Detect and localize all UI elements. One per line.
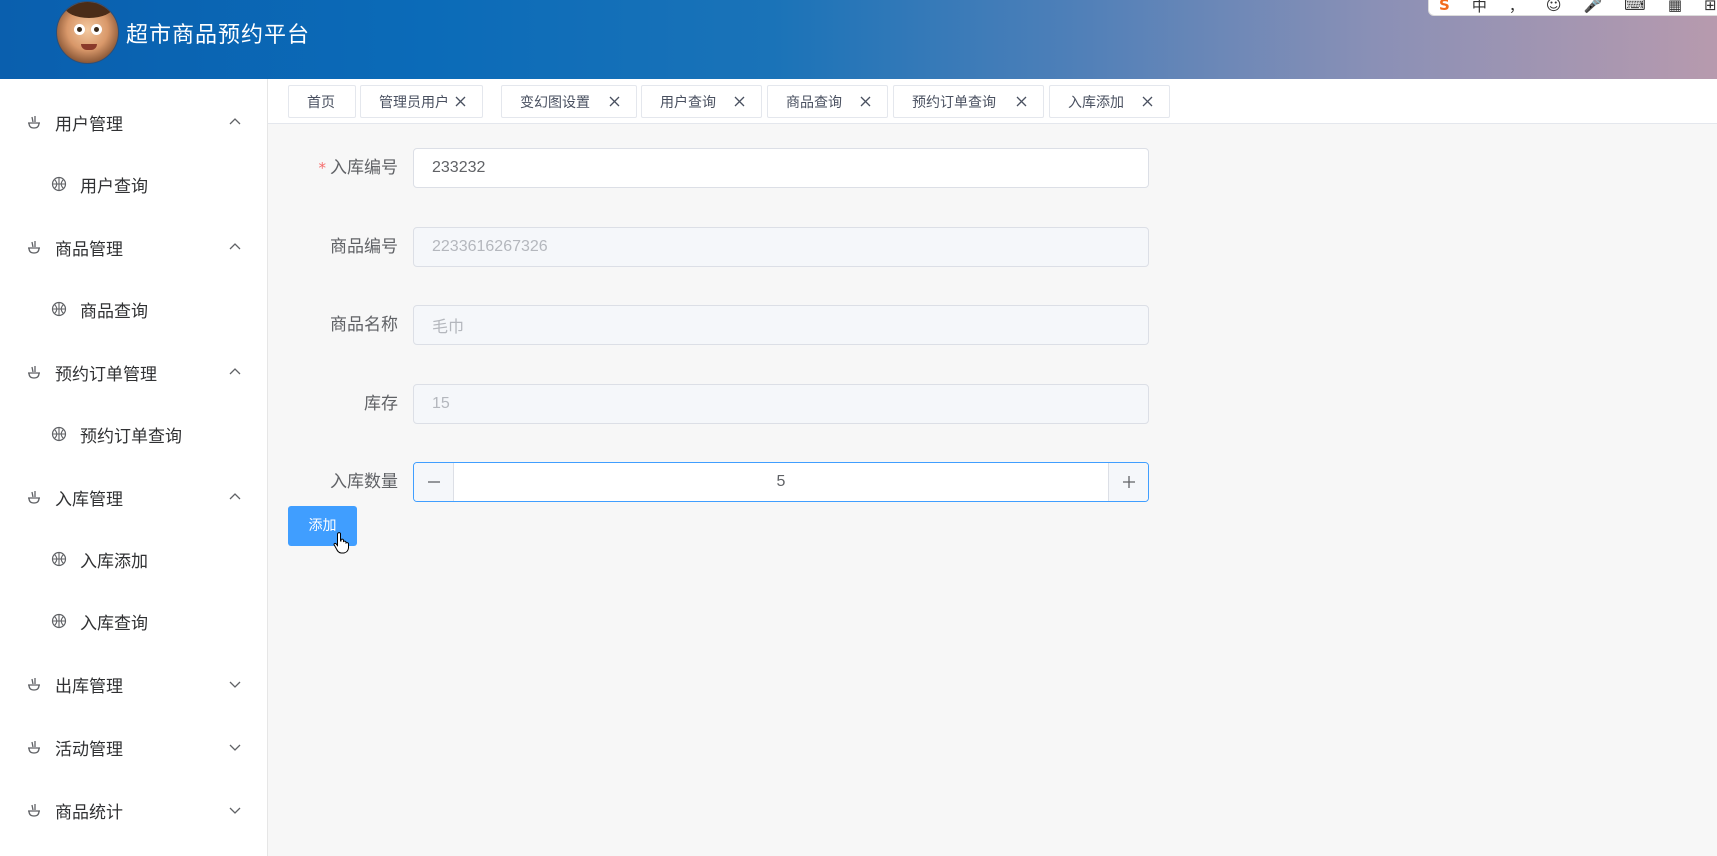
tab-label: 变幻图设置	[520, 94, 590, 111]
sidebar-item-stock-in-query[interactable]: 入库查询	[0, 601, 268, 641]
basketball-icon	[51, 426, 67, 442]
bowl-icon	[28, 366, 40, 379]
field-label-stock: 库存	[364, 394, 398, 414]
ime-more-icon[interactable]: ⊞	[1704, 0, 1717, 14]
sidebar-group-stock-in-management[interactable]: 入库管理	[0, 477, 268, 517]
bowl-icon	[28, 116, 40, 129]
sidebar-group-label: 出库管理	[55, 676, 123, 697]
stock-input	[413, 384, 1149, 424]
sidebar-item-label: 用户查询	[80, 176, 148, 197]
bowl-icon	[28, 241, 40, 254]
sidebar-group-label: 活动管理	[55, 739, 123, 760]
tab-label: 用户查询	[660, 94, 716, 111]
field-label-product-name: 商品名称	[330, 315, 398, 335]
sidebar-group-stock-out-management[interactable]: 出库管理	[0, 664, 268, 704]
close-icon[interactable]	[608, 95, 621, 108]
tab-carousel-settings[interactable]: 变幻图设置	[501, 85, 637, 118]
close-icon[interactable]	[1015, 95, 1028, 108]
sidebar-group-activity-management[interactable]: 活动管理	[0, 727, 268, 767]
chevron-down-icon	[229, 681, 241, 688]
close-icon[interactable]	[859, 95, 872, 108]
avatar[interactable]	[56, 1, 119, 64]
field-label-stock-in-no: * 入库编号	[318, 158, 399, 178]
sidebar-item-label: 预约订单查询	[80, 426, 182, 447]
tab-stock-in-add[interactable]: 入库添加	[1049, 85, 1170, 118]
bowl-icon	[28, 804, 40, 817]
chevron-up-icon	[229, 243, 241, 250]
field-label-product-no: 商品编号	[330, 237, 398, 257]
bowl-icon	[28, 741, 40, 754]
sidebar-group-label: 商品管理	[55, 239, 123, 260]
tab-label: 入库添加	[1068, 94, 1124, 111]
ime-toolbar[interactable]: S 中 ， ☺ 🎤 ⌨ ▦ ⊞	[1428, 0, 1717, 16]
sidebar-item-label: 入库查询	[80, 613, 148, 634]
tab-order-query[interactable]: 预约订单查询	[893, 85, 1044, 118]
tab-user-query[interactable]: 用户查询	[641, 85, 762, 118]
sidebar-group-label: 商品统计	[55, 802, 123, 823]
basketball-icon	[51, 301, 67, 317]
sidebar-group-product-stats[interactable]: 商品统计	[0, 790, 268, 830]
sidebar-group-label: 用户管理	[55, 114, 123, 135]
product-no-input	[413, 227, 1149, 267]
tab-home[interactable]: 首页	[288, 85, 356, 118]
stock-in-no-input[interactable]	[413, 148, 1149, 188]
tab-label: 管理员用户	[379, 94, 449, 111]
ime-logo-icon[interactable]: S	[1439, 0, 1450, 14]
tab-product-query[interactable]: 商品查询	[767, 85, 888, 118]
tab-label: 首页	[307, 94, 335, 111]
hand-cursor-icon	[333, 532, 349, 554]
required-mark: *	[318, 159, 327, 177]
chevron-down-icon	[229, 744, 241, 751]
quantity-value[interactable]: 5	[454, 463, 1108, 501]
sidebar-group-label: 入库管理	[55, 489, 123, 510]
increase-button[interactable]	[1108, 463, 1148, 501]
sidebar-item-stock-in-add[interactable]: 入库添加	[0, 539, 268, 579]
tabs-bar: 首页 管理员用户 变幻图设置 用户查询 商品查询 预约订单查询 入库添加	[268, 79, 1717, 124]
sidebar-group-label: 预约订单管理	[55, 364, 157, 385]
basketball-icon	[51, 551, 67, 567]
ime-skin-icon[interactable]: ▦	[1668, 0, 1682, 14]
ime-punct-icon[interactable]: ，	[1509, 0, 1524, 16]
chevron-up-icon	[229, 493, 241, 500]
sidebar-group-user-management[interactable]: 用户管理	[0, 102, 268, 142]
tab-admin-users[interactable]: 管理员用户	[360, 85, 483, 118]
basketball-icon	[51, 176, 67, 192]
minus-icon	[428, 481, 440, 483]
ime-voice-icon[interactable]: 🎤	[1583, 0, 1602, 14]
field-label-quantity: 入库数量	[330, 472, 398, 492]
sidebar: 用户管理 用户查询 商品管理 商品查询 预约订单管理 预约订单查询 入库管理 入…	[0, 79, 268, 856]
sidebar-item-product-query[interactable]: 商品查询	[0, 289, 268, 329]
app-title: 超市商品预约平台	[126, 23, 311, 48]
ime-keyboard-icon[interactable]: ⌨	[1624, 0, 1646, 14]
chevron-up-icon	[229, 118, 241, 125]
quantity-stepper: 5	[413, 462, 1149, 502]
chevron-up-icon	[229, 368, 241, 375]
sidebar-group-order-management[interactable]: 预约订单管理	[0, 352, 268, 392]
ime-mode-icon[interactable]: 中	[1472, 0, 1487, 16]
basketball-icon	[51, 613, 67, 629]
sidebar-group-product-management[interactable]: 商品管理	[0, 227, 268, 267]
tab-label: 预约订单查询	[912, 94, 996, 111]
product-name-input	[413, 305, 1149, 345]
sidebar-item-label: 入库添加	[80, 551, 148, 572]
bowl-icon	[28, 678, 40, 691]
ime-emoji-icon[interactable]: ☺	[1546, 0, 1562, 14]
chevron-down-icon	[229, 807, 241, 814]
plus-icon	[1123, 476, 1135, 488]
tab-label: 商品查询	[786, 94, 842, 111]
sidebar-item-order-query[interactable]: 预约订单查询	[0, 414, 268, 454]
bowl-icon	[28, 491, 40, 504]
sidebar-item-label: 商品查询	[80, 301, 148, 322]
close-icon[interactable]	[1141, 95, 1154, 108]
close-icon[interactable]	[733, 95, 746, 108]
sidebar-item-user-query[interactable]: 用户查询	[0, 164, 268, 204]
close-icon[interactable]	[454, 95, 467, 108]
decrease-button[interactable]	[414, 463, 454, 501]
app-header: 超市商品预约平台 S 中 ， ☺ 🎤 ⌨ ▦ ⊞	[0, 0, 1717, 79]
